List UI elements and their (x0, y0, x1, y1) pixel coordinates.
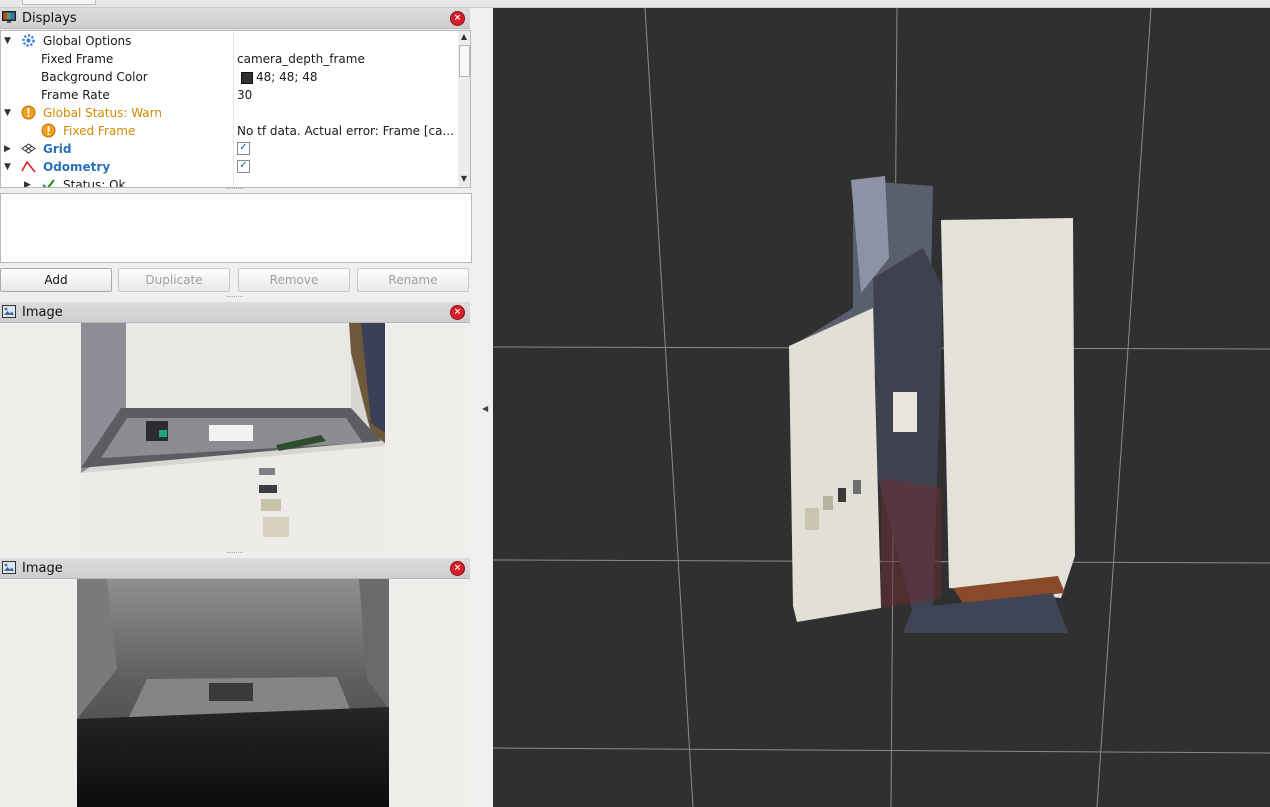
dock-splitter[interactable]: ◀ (472, 8, 492, 807)
odometry-arrow-icon (21, 160, 36, 173)
expand-arrow-icon[interactable]: ▶ (4, 144, 11, 154)
image-panel-titlebar: Image × (0, 558, 470, 579)
displays-panel-title: Displays (22, 11, 77, 26)
tree-row-global-status[interactable]: ▼ Global Status: Warn (1, 104, 459, 122)
expand-arrow-icon[interactable]: ▼ (4, 162, 11, 172)
tree-row-label: Fixed Frame (63, 124, 136, 138)
image-panel-titlebar: Image × (0, 302, 470, 323)
tree-row-fixed-frame-status[interactable]: Fixed Frame No tf data. Actual error: Fr… (1, 122, 459, 140)
depth-camera-image (77, 579, 389, 807)
scroll-up-icon[interactable]: ▲ (459, 32, 469, 44)
rgb-camera-image (81, 323, 385, 551)
collapse-arrow-icon[interactable]: ◀ (482, 404, 488, 413)
grid-icon (21, 143, 36, 154)
image-icon (2, 305, 16, 318)
splitter-handle[interactable] (227, 552, 243, 555)
point-cloud-scene (493, 8, 1270, 807)
expand-arrow-icon[interactable]: ▼ (4, 108, 11, 118)
tree-row-label: Frame Rate (41, 88, 110, 102)
tree-row-label: Fixed Frame (41, 52, 114, 66)
cabinet-right-wall (941, 218, 1075, 598)
duplicate-button[interactable]: Duplicate (118, 268, 230, 292)
description-box (0, 193, 472, 263)
splitter-handle[interactable] (227, 296, 243, 299)
expand-arrow-icon[interactable]: ▼ (4, 36, 11, 46)
grid-enabled-checkbox[interactable]: ✓ (237, 142, 250, 155)
tree-row-label: Global Options (43, 34, 132, 48)
displays-panel-titlebar: Displays × (0, 8, 470, 29)
close-icon[interactable]: × (450, 305, 465, 320)
scroll-down-icon[interactable]: ▼ (459, 174, 469, 186)
displays-scrollbar[interactable]: ▲ ▼ (458, 30, 471, 188)
image-view-depth (0, 579, 470, 807)
3d-render-view[interactable] (493, 8, 1270, 807)
displays-tree: ▼ Global Options Fixed Frame camera_dept… (0, 30, 460, 188)
expand-arrow-icon[interactable]: ▶ (24, 180, 31, 187)
tree-row-label: Grid (43, 142, 72, 156)
tree-row-label: Odometry (43, 160, 111, 174)
close-icon[interactable]: × (450, 11, 465, 26)
left-dock: Displays × ▼ Global Options Fixed Frame … (0, 8, 472, 807)
scrollbar-thumb[interactable] (459, 45, 470, 77)
tree-row-fixed-frame[interactable]: Fixed Frame camera_depth_frame (1, 50, 459, 68)
odometry-enabled-checkbox[interactable]: ✓ (237, 160, 250, 173)
warning-icon (41, 123, 56, 138)
splitter-handle[interactable] (227, 188, 243, 191)
tree-row-global-options[interactable]: ▼ Global Options (1, 32, 459, 50)
tree-row-label: Background Color (41, 70, 148, 84)
top-toolbar-strip (0, 0, 1270, 8)
tree-row-grid[interactable]: ▶ Grid ✓ (1, 140, 459, 158)
cabinet-door (789, 308, 881, 622)
image-icon (2, 561, 16, 574)
gear-icon (22, 34, 35, 47)
tree-row-label: Status: Ok (63, 178, 126, 188)
tree-row-frame-rate[interactable]: Frame Rate 30 (1, 86, 459, 104)
fixed-frame-error-value: No tf data. Actual error: Frame [ca... (237, 124, 454, 138)
frame-rate-value[interactable]: 30 (237, 88, 459, 102)
background-color-value[interactable]: 48; 48; 48 (256, 70, 459, 84)
tree-row-odometry[interactable]: ▼ Odometry ✓ (1, 158, 459, 176)
monitor-icon (2, 11, 16, 23)
color-swatch[interactable] (241, 72, 253, 84)
toolbar-tab[interactable] (22, 0, 96, 5)
fixed-frame-value[interactable]: camera_depth_frame (237, 52, 459, 66)
image-view-rgb (0, 323, 470, 551)
checkmark-icon (42, 179, 55, 187)
rename-button[interactable]: Rename (357, 268, 469, 292)
tree-row-background-color[interactable]: Background Color 48; 48; 48 (1, 68, 459, 86)
image-panel-title: Image (22, 305, 63, 320)
tree-row-label: Global Status: Warn (43, 106, 162, 120)
remove-button[interactable]: Remove (238, 268, 350, 292)
close-icon[interactable]: × (450, 561, 465, 576)
warning-icon (21, 105, 36, 120)
tree-row-status-ok[interactable]: ▶ Status: Ok (1, 176, 459, 188)
image-panel-title: Image (22, 561, 63, 576)
add-button[interactable]: Add (0, 268, 112, 292)
